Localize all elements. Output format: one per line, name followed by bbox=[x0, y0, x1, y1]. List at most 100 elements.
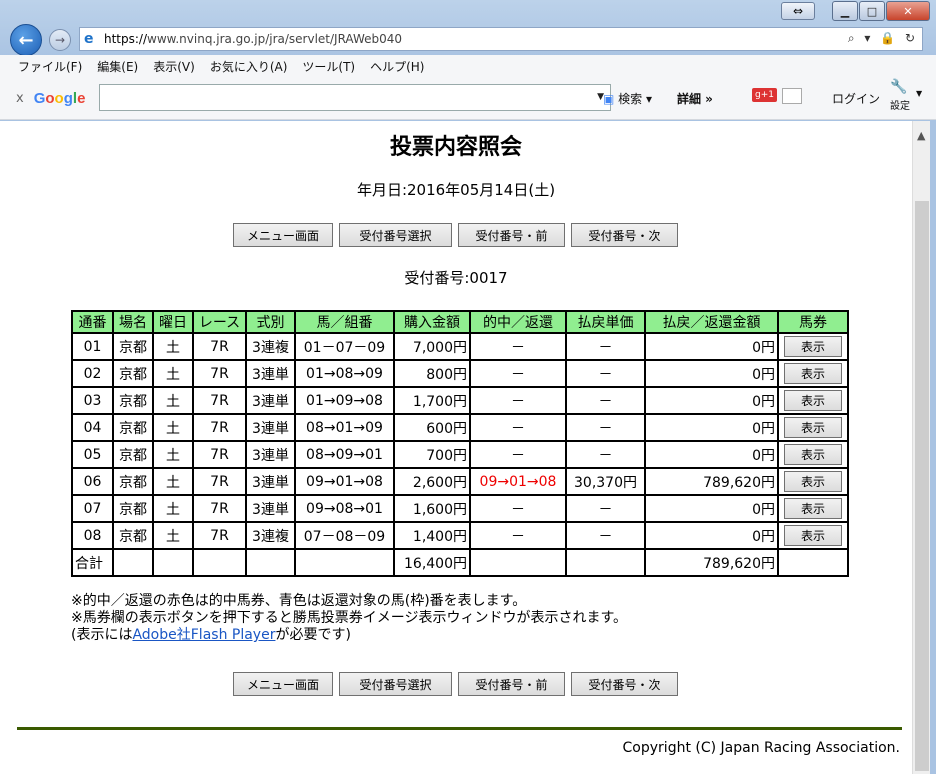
cell-amount: 1,600円 bbox=[393, 494, 471, 523]
table-row: 04 京都土 7R 3連単 08→01→09 600円－－ 0円 表示 bbox=[71, 413, 849, 442]
cell-combo: 08→01→09 bbox=[294, 413, 395, 442]
detail-button[interactable]: 詳細 » bbox=[677, 90, 713, 107]
cell-amount: 1,700円 bbox=[393, 386, 471, 415]
settings-chevron-icon[interactable]: ▼ bbox=[916, 89, 922, 98]
header-venue: 場名 bbox=[112, 310, 154, 334]
cell-type: 3連複 bbox=[245, 332, 296, 361]
cell-venue: 京都 bbox=[112, 440, 154, 469]
cell-no: 04 bbox=[71, 413, 114, 442]
scroll-thumb[interactable] bbox=[915, 201, 929, 771]
show-ticket-button[interactable]: 表示 bbox=[784, 498, 842, 519]
address-row: ← → e https:// www.nvinq.jra.go.jp/jra/s… bbox=[0, 24, 936, 56]
cell-amount: 2,600円 bbox=[393, 467, 471, 496]
address-icons[interactable]: ⌕ ▾ 🔒 ↻ bbox=[848, 31, 918, 46]
total-row: 合計 16,400円 789,620円 bbox=[71, 548, 849, 577]
header-no: 通番 bbox=[71, 310, 114, 334]
cell-day: 土 bbox=[152, 386, 194, 415]
minimize-button[interactable]: ▁ bbox=[832, 1, 858, 21]
cell-hit: － bbox=[469, 332, 567, 361]
vertical-scrollbar[interactable]: ▲ bbox=[912, 121, 930, 774]
flash-player-link[interactable]: Adobe社Flash Player bbox=[132, 627, 275, 643]
total-empty bbox=[469, 548, 567, 577]
cell-no: 07 bbox=[71, 494, 114, 523]
show-ticket-button[interactable]: 表示 bbox=[784, 336, 842, 357]
cell-day: 土 bbox=[152, 413, 194, 442]
nav-buttons-bottom: メニュー画面 受付番号選択 受付番号・前 受付番号・次 bbox=[233, 672, 678, 696]
total-empty bbox=[192, 548, 247, 577]
header-unit-payout: 払戻単価 bbox=[565, 310, 646, 334]
total-empty bbox=[777, 548, 849, 577]
copyright: Copyright (C) Japan Racing Association. bbox=[622, 740, 900, 756]
url-scheme: https:// bbox=[104, 32, 148, 46]
show-ticket-button[interactable]: 表示 bbox=[784, 363, 842, 384]
receipt-next-button[interactable]: 受付番号・次 bbox=[571, 223, 678, 247]
cell-venue: 京都 bbox=[112, 359, 154, 388]
gplus-icon[interactable]: g+1 bbox=[752, 88, 777, 102]
menu-help[interactable]: ヘルプ(H) bbox=[370, 57, 424, 77]
google-search-button[interactable]: ▣ 検索 ▾ bbox=[603, 90, 652, 107]
restore-icon[interactable]: ⇔ bbox=[781, 2, 815, 20]
cell-unit-payout: － bbox=[565, 386, 646, 415]
window-border bbox=[930, 121, 936, 774]
cell-venue: 京都 bbox=[112, 413, 154, 442]
menu-screen-button[interactable]: メニュー画面 bbox=[233, 223, 333, 247]
cell-combo: 08→09→01 bbox=[294, 440, 395, 469]
back-button[interactable]: ← bbox=[10, 24, 42, 56]
show-ticket-button[interactable]: 表示 bbox=[784, 471, 842, 492]
show-ticket-button[interactable]: 表示 bbox=[784, 444, 842, 465]
menu-tools[interactable]: ツール(T) bbox=[302, 57, 355, 77]
header-day: 曜日 bbox=[152, 310, 194, 334]
show-ticket-button[interactable]: 表示 bbox=[784, 417, 842, 438]
cell-day: 土 bbox=[152, 521, 194, 550]
receipt-select-button[interactable]: 受付番号選択 bbox=[339, 672, 452, 696]
menu-favorites[interactable]: お気に入り(A) bbox=[210, 57, 288, 77]
cell-race: 7R bbox=[192, 467, 247, 496]
cell-hit: － bbox=[469, 494, 567, 523]
table-row: 02 京都土 7R 3連単 01→08→09 800円－－ 0円 表示 bbox=[71, 359, 849, 388]
login-link[interactable]: ログイン bbox=[832, 90, 880, 107]
total-empty bbox=[112, 548, 154, 577]
wrench-icon[interactable]: 🔧 bbox=[890, 79, 907, 95]
cell-ticket: 表示 bbox=[777, 494, 849, 523]
receipt-select-button[interactable]: 受付番号選択 bbox=[339, 223, 452, 247]
scroll-up-icon[interactable]: ▲ bbox=[917, 129, 925, 142]
menu-view[interactable]: 表示(V) bbox=[153, 57, 195, 77]
maximize-button[interactable]: □ bbox=[859, 1, 885, 21]
table-row: 05 京都土 7R 3連単 08→09→01 700円－－ 0円 表示 bbox=[71, 440, 849, 469]
address-bar[interactable]: e https:// www.nvinq.jra.go.jp/jra/servl… bbox=[79, 27, 923, 51]
cell-day: 土 bbox=[152, 440, 194, 469]
receipt-next-button[interactable]: 受付番号・次 bbox=[571, 672, 678, 696]
show-ticket-button[interactable]: 表示 bbox=[784, 390, 842, 411]
settings-label[interactable]: 設定 bbox=[890, 97, 910, 112]
receipt-prev-button[interactable]: 受付番号・前 bbox=[458, 223, 565, 247]
header-payout: 払戻／返還金額 bbox=[644, 310, 779, 334]
cell-day: 土 bbox=[152, 359, 194, 388]
notes: ※的中／返還の赤色は的中馬券、青色は返還対象の馬(枠)番を表します。 ※馬券欄の… bbox=[71, 593, 627, 644]
cell-no: 02 bbox=[71, 359, 114, 388]
menu-file[interactable]: ファイル(F) bbox=[18, 57, 82, 77]
note-line-2: ※馬券欄の表示ボタンを押下すると勝馬投票券イメージ表示ウィンドウが表示されます。 bbox=[71, 610, 628, 626]
note-line-1: ※的中／返還の赤色は的中馬券、青色は返還対象の馬(枠)番を表します。 bbox=[71, 593, 527, 609]
cell-unit-payout: － bbox=[565, 440, 646, 469]
footer-rule bbox=[17, 727, 902, 730]
show-ticket-button[interactable]: 表示 bbox=[784, 525, 842, 546]
cell-unit-payout: 30,370円 bbox=[565, 467, 646, 496]
cell-combo: 07－08－09 bbox=[294, 521, 395, 550]
cell-race: 7R bbox=[192, 521, 247, 550]
header-type: 式別 bbox=[245, 310, 296, 334]
cell-no: 06 bbox=[71, 467, 114, 496]
menu-screen-button[interactable]: メニュー画面 bbox=[233, 672, 333, 696]
receipt-prev-button[interactable]: 受付番号・前 bbox=[458, 672, 565, 696]
close-toolbar-icon[interactable]: x bbox=[16, 91, 24, 106]
cell-venue: 京都 bbox=[112, 467, 154, 496]
title-bar: ⇔ ▁ □ ✕ bbox=[0, 0, 936, 24]
google-search-input[interactable]: ▼ bbox=[99, 84, 611, 111]
cell-type: 3連単 bbox=[245, 440, 296, 469]
cell-race: 7R bbox=[192, 359, 247, 388]
page-content: 投票内容照会 年月日:2016年05月14日(土) メニュー画面 受付番号選択 … bbox=[0, 121, 912, 774]
forward-button[interactable]: → bbox=[49, 29, 71, 51]
menu-edit[interactable]: 編集(E) bbox=[97, 57, 138, 77]
close-button[interactable]: ✕ bbox=[886, 1, 930, 21]
note-line-3: (表示にはAdobe社Flash Playerが必要です) bbox=[71, 627, 351, 643]
cell-amount: 800円 bbox=[393, 359, 471, 388]
